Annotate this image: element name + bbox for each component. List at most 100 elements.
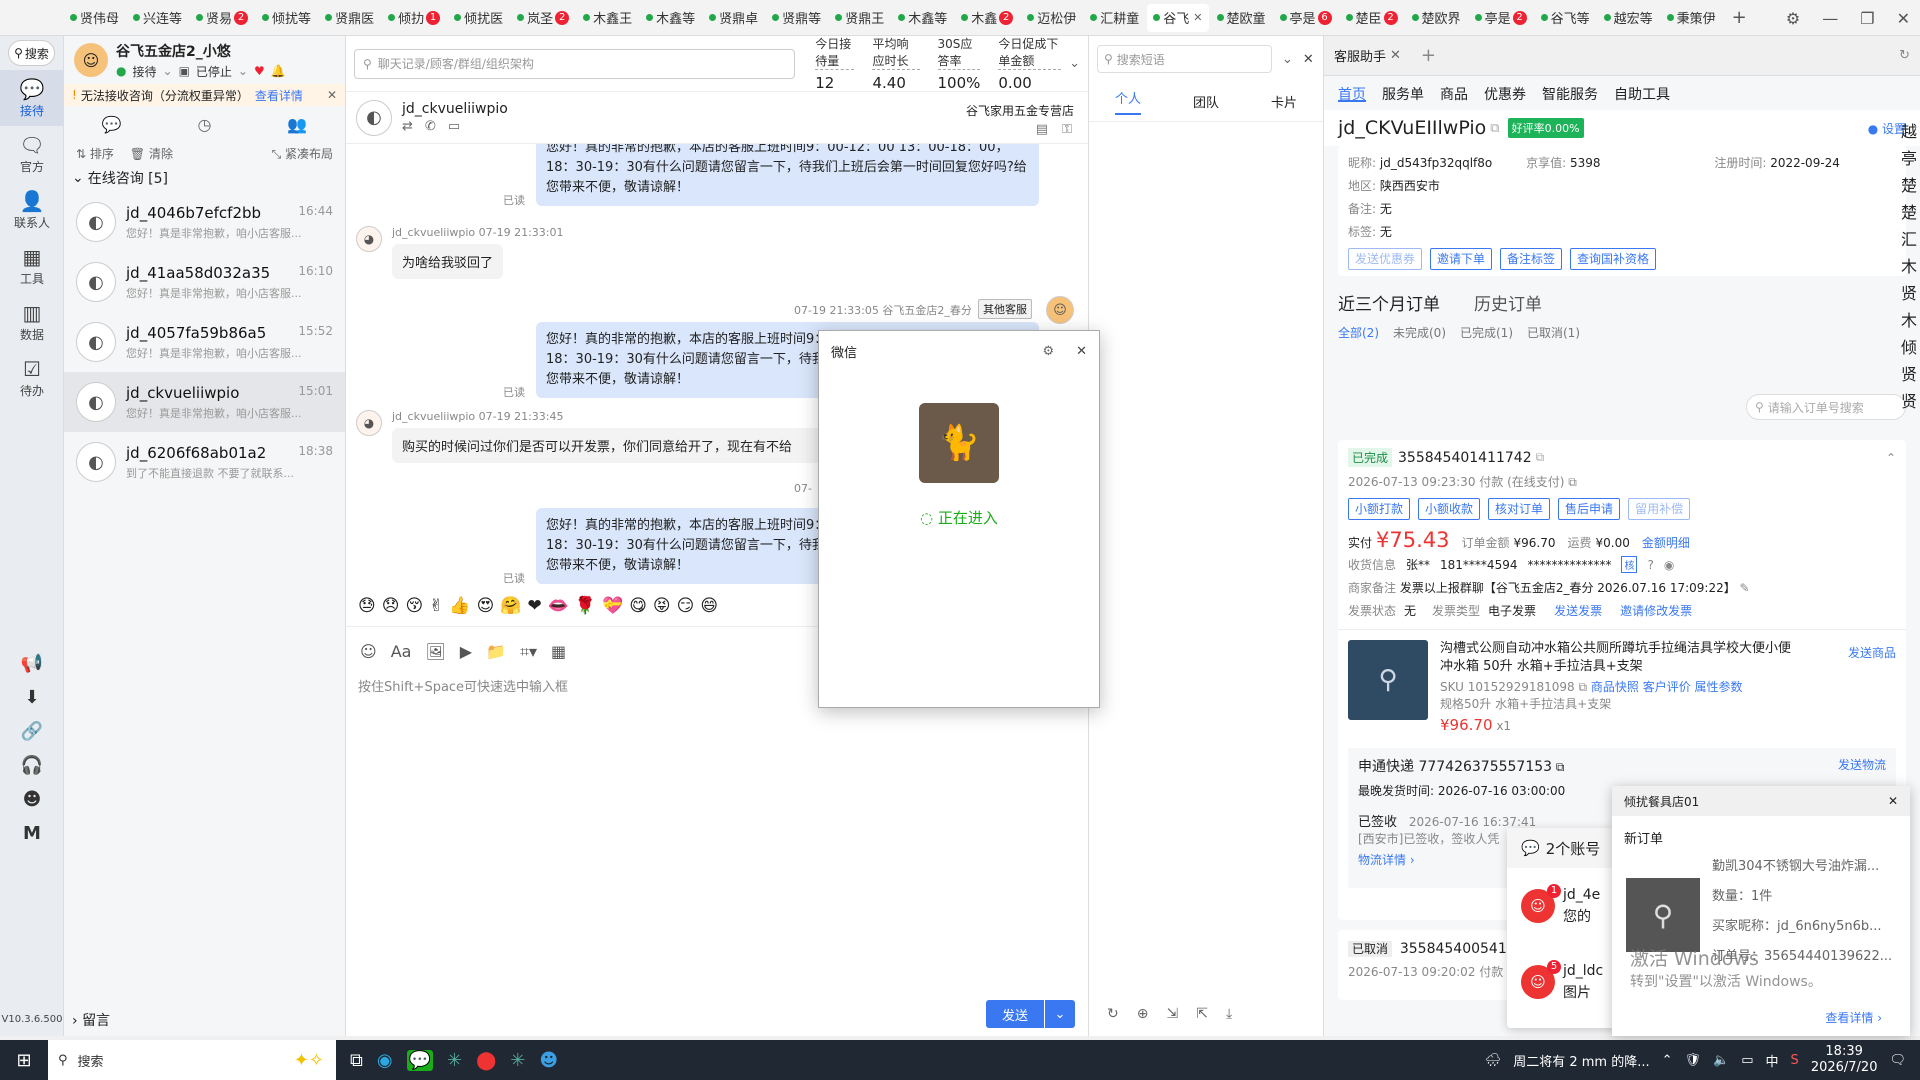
phone-icon[interactable]: ✆ [425, 119, 436, 134]
session-item[interactable]: ◐ jd_6206f68ab01a2 到了不能直接退款 不要了就联系... 18:38 [64, 432, 345, 492]
ime-indicator[interactable]: 中 [1766, 1051, 1779, 1070]
nav-item-contacts[interactable]: 👤 联系人 [0, 182, 64, 238]
edge-browser-icon[interactable]: ◉ [377, 1050, 393, 1071]
nav-item-todo[interactable]: ☑ 待办 [0, 350, 64, 406]
shop-tab[interactable]: 木鑫等 [640, 4, 701, 32]
attributes-link[interactable]: 属性参数 [1695, 680, 1743, 694]
customer-action-button[interactable]: 发送优惠券 [1348, 248, 1423, 270]
font-icon[interactable]: Aa [391, 642, 412, 662]
edge-tab-char[interactable]: 楚 [1898, 172, 1920, 199]
app-star-icon[interactable]: ✳ [510, 1050, 525, 1071]
app-star-icon[interactable]: ✳ [447, 1050, 462, 1071]
copy-icon[interactable]: ⧉ [1490, 121, 1499, 136]
assistant-nav-item[interactable]: 自助工具 [1614, 84, 1670, 103]
chevron-down-icon[interactable]: ⌄ [1282, 52, 1293, 67]
shop-tab[interactable]: 楚臣 2 [1340, 4, 1404, 32]
amount-detail-link[interactable]: 金额明细 [1642, 534, 1690, 551]
shield-icon[interactable]: 🛡 [1685, 1053, 1702, 1068]
heart-icon[interactable]: ♥ [254, 64, 265, 78]
nav-item-official[interactable]: 🗨 官方 [0, 126, 64, 182]
chevron-down-icon[interactable]: ⌄ [238, 64, 248, 78]
help-icon[interactable]: ? [1647, 558, 1653, 572]
wechat-icon[interactable]: 💬 [406, 1049, 433, 1071]
edge-tab-char[interactable]: 越 [1898, 118, 1920, 145]
product-title[interactable]: 沟槽式公厕自动冲水箱公共厕所蹲坑手拉绳洁具学校大便小便冲水箱 50升 水箱+手拉… [1440, 640, 1800, 676]
robot-icon[interactable]: ☻ [0, 782, 64, 816]
message-input[interactable]: 按住Shift+Space可快速选中输入框 [358, 676, 1078, 976]
settings-icon[interactable]: ⚙ [1786, 9, 1800, 28]
collapse-icon[interactable]: ⌃ [1886, 451, 1896, 465]
chevron-down-icon[interactable]: ⌄ [1069, 56, 1080, 71]
close-icon[interactable]: ✕ [1076, 344, 1087, 359]
reception-status[interactable]: 接待 [132, 63, 156, 80]
shop-avatar[interactable]: ☺ [74, 43, 108, 77]
chat-tab-icon[interactable]: 💬 [102, 115, 122, 134]
shop-tab[interactable]: 兴连等 [127, 4, 188, 32]
global-search-input[interactable]: ⚲ 聊天记录/顾客/群组/组织架构 [354, 48, 796, 79]
transfer-icon[interactable]: ⇄ [402, 119, 413, 134]
nav-item-tools[interactable]: ▦ 工具 [0, 238, 64, 294]
speaker-icon[interactable]: 🔈 [1713, 1053, 1729, 1068]
shop-tab[interactable]: 贤鼎等 [766, 4, 827, 32]
account-item[interactable]: ☺ 1 jd_4e 您的 [1507, 868, 1617, 944]
headset-icon[interactable]: 🎧 [0, 748, 64, 782]
order-filter-tab[interactable]: 已完成(1) [1460, 324, 1513, 341]
import-icon[interactable]: ⇲ [1166, 1006, 1178, 1022]
shop-tab[interactable]: 亭是 6 [1274, 4, 1338, 32]
shop-tab[interactable]: 秉策伊 [1661, 4, 1722, 32]
phrase-tab-team[interactable]: 团队 [1193, 92, 1219, 111]
customer-action-button[interactable]: 邀请下单 [1430, 248, 1493, 270]
shop-tab[interactable]: 木鑫等 [892, 4, 953, 32]
shop-tab[interactable]: 汇耕童 [1084, 4, 1145, 32]
message-icon[interactable]: ▭ [448, 119, 460, 134]
chevron-down-icon[interactable]: ⌄ [163, 64, 173, 78]
order-action-button[interactable]: 小额打款 [1348, 498, 1411, 520]
assistant-nav-item[interactable]: 首页 [1338, 84, 1366, 103]
link-icon[interactable]: 🔗 [0, 714, 64, 748]
shop-tab[interactable]: 楚欧童 [1211, 4, 1272, 32]
order-action-button[interactable]: 留用补偿 [1628, 498, 1691, 520]
refresh-icon[interactable]: ↻ [1107, 1006, 1119, 1022]
clear-button[interactable]: 🗑 清除 [130, 145, 173, 162]
edge-tab-char[interactable]: 贤 [1898, 388, 1920, 415]
shop-tab[interactable]: 木鑫 2 [955, 4, 1019, 32]
nav-item-data[interactable]: ▥ 数据 [0, 294, 64, 350]
customer-action-button[interactable]: 备注标签 [1500, 248, 1563, 270]
clock[interactable]: 18:39 2026/7/20 [1811, 1044, 1878, 1076]
assistant-nav-item[interactable]: 商品 [1440, 84, 1468, 103]
edge-tab-char[interactable]: 汇 [1898, 226, 1920, 253]
close-icon[interactable]: ✕ [1193, 11, 1202, 24]
video-icon[interactable]: ▶ [460, 642, 472, 662]
send-options-button[interactable]: ⌄ [1045, 1000, 1075, 1028]
add-icon[interactable]: ⊕ [1137, 1006, 1149, 1022]
folder-icon[interactable]: 📁 [486, 642, 506, 662]
reviews-link[interactable]: 客户评价 [1643, 680, 1691, 694]
product-image[interactable]: ⚲ [1348, 640, 1428, 720]
session-item[interactable]: ◐ jd_4057fa59b86a5 您好！真是非常抱歉，咱小店客服... 15:52 [64, 312, 345, 372]
leave-message-group[interactable]: › 留言 [72, 1010, 110, 1030]
taskbar-search[interactable]: ⚲ 搜索 ✦✧ [48, 1040, 336, 1080]
notification-icon[interactable]: 🗨 [1889, 1053, 1906, 1068]
weather-text[interactable]: 周二将有 2 mm 的降... [1513, 1051, 1649, 1070]
close-icon[interactable]: ✕ [1390, 48, 1401, 63]
order-action-button[interactable]: 售后申请 [1558, 498, 1621, 520]
tray-up-icon[interactable]: ⌃ [1662, 1053, 1673, 1068]
sogou-icon[interactable]: S [1791, 1053, 1799, 1068]
notify-product-image[interactable]: ⚲ [1626, 878, 1700, 952]
megaphone-icon[interactable]: 📢 [0, 646, 64, 680]
shop-tab[interactable]: 木鑫王 [577, 4, 638, 32]
shop-tab[interactable]: 亭是 2 [1469, 4, 1533, 32]
clock-icon[interactable]: ◷ [198, 115, 212, 134]
close-icon[interactable]: ✕ [1897, 9, 1910, 28]
send-logistics-link[interactable]: 发送物流 [1838, 756, 1886, 773]
edge-tab-char[interactable]: 贤 [1898, 280, 1920, 307]
restore-icon[interactable]: ❐ [1860, 9, 1874, 28]
eye-icon[interactable]: ◉ [1664, 558, 1674, 572]
invite-edit-invoice-link[interactable]: 邀请修改发票 [1620, 602, 1692, 619]
shop-tab[interactable]: 迈松伊 [1021, 4, 1082, 32]
minimize-icon[interactable]: — [1822, 9, 1838, 28]
bag-icon[interactable]: ⚿ [1062, 122, 1072, 137]
order-filter-tab[interactable]: 已取消(1) [1527, 324, 1580, 341]
shop-tab[interactable]: 贤伟母 [64, 4, 125, 32]
compact-layout-button[interactable]: ⤡ 紧凑布局 [272, 145, 333, 162]
